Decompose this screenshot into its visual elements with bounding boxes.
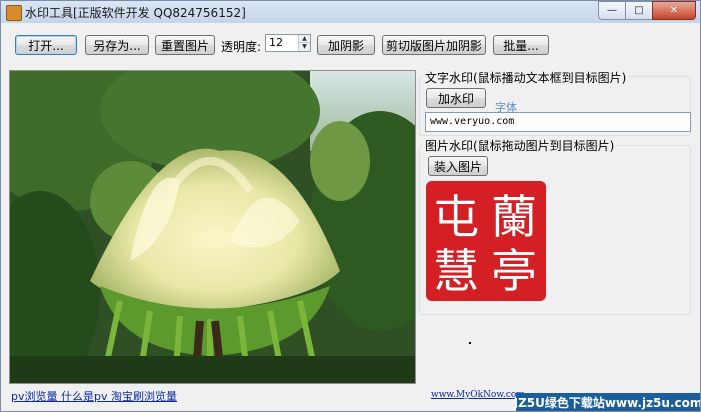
text-watermark-title: 文字水印(鼠标播动文本框到目标图片) <box>423 69 629 86</box>
open-button[interactable]: 打开... <box>15 35 77 55</box>
app-icon <box>6 5 22 21</box>
stepper-arrows: ▲ ▼ <box>298 35 310 51</box>
clipboard-shadow-button[interactable]: 剪切版图片加阴影 <box>382 35 486 55</box>
seal-char-1: 蘭 <box>491 190 537 244</box>
stepper-down-icon[interactable]: ▼ <box>299 43 310 51</box>
app-window: 水印工具[正版软件开发 QQ824756152] — □ ✕ 打开... 另存为… <box>0 0 701 412</box>
seal-graphic: 蘭 亭 屯 慧 <box>426 181 546 301</box>
tree-photo <box>10 71 415 383</box>
save-as-button[interactable]: 另存为... <box>85 35 149 55</box>
stray-dot <box>469 342 471 344</box>
close-icon: ✕ <box>669 5 679 16</box>
myoknow-link[interactable]: www.MyOkNow.com <box>431 390 525 400</box>
client-area: 打开... 另存为... 重置图片 透明度: 12 ▲ ▼ 加阴影 剪切版图片加… <box>7 24 695 406</box>
add-watermark-button[interactable]: 加水印 <box>426 88 486 108</box>
maximize-button[interactable]: □ <box>625 1 653 20</box>
image-watermark-title: 图片水印(鼠标拖动图片到目标图片) <box>423 137 617 154</box>
opacity-label: 透明度: <box>221 40 262 54</box>
add-shadow-button[interactable]: 加阴影 <box>317 35 375 55</box>
batch-button[interactable]: 批量... <box>493 35 549 55</box>
seal-char-4: 慧 <box>433 244 479 298</box>
window-controls: — □ ✕ <box>598 1 696 20</box>
minimize-icon: — <box>607 5 617 16</box>
load-image-button[interactable]: 装入图片 <box>428 156 488 176</box>
image-preview[interactable] <box>9 70 416 384</box>
pv-link[interactable]: pv浏览量 什么是pv 淘宝刷浏览量 <box>11 388 177 404</box>
maximize-icon: □ <box>634 5 644 16</box>
close-button[interactable]: ✕ <box>652 1 696 20</box>
seal-char-2: 亭 <box>491 244 537 298</box>
stepper-up-icon[interactable]: ▲ <box>299 35 310 43</box>
seal-char-3: 屯 <box>433 190 479 244</box>
watermark-text-field[interactable]: www.veryuo.com <box>425 112 691 132</box>
opacity-value: 12 <box>269 36 283 49</box>
seal-watermark-image[interactable]: 蘭 亭 屯 慧 <box>426 181 546 301</box>
reset-image-button[interactable]: 重置图片 <box>155 35 215 55</box>
minimize-button[interactable]: — <box>598 1 626 20</box>
title-bar[interactable]: 水印工具[正版软件开发 QQ824756152] — □ ✕ <box>1 1 700 23</box>
opacity-stepper[interactable]: 12 ▲ ▼ <box>265 34 311 52</box>
site-watermark: JZ5U绿色下载站www.jz5u.com <box>514 393 700 411</box>
window-title: 水印工具[正版软件开发 QQ824756152] <box>25 6 246 20</box>
